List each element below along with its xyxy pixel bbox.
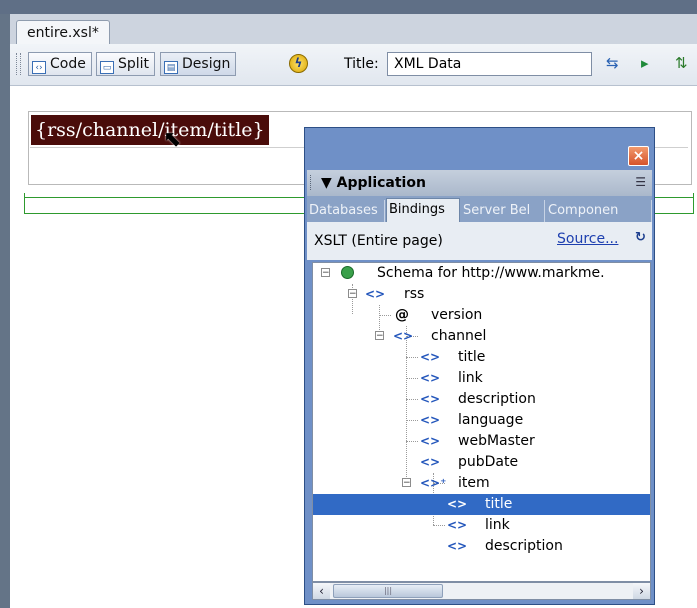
bindings-toolbar: XSLT (Entire page) Source... ↻ (307, 222, 652, 260)
element-icon: <> (420, 434, 441, 448)
element-icon: <> (420, 455, 441, 469)
tree-node-pubdate[interactable]: <> pubDate (313, 452, 650, 473)
repeating-element-icon: <>⁺ (420, 476, 447, 490)
schema-tree[interactable]: − Schema for http://www.markme. − <> rss… (312, 262, 651, 582)
application-panel[interactable]: × ▼ Application ☰ Databases Bindings Ser… (304, 127, 655, 605)
element-icon: <> (365, 287, 386, 301)
element-icon: <> (447, 497, 468, 511)
attribute-icon: @ (395, 307, 409, 323)
element-icon: <> (420, 392, 441, 406)
source-link[interactable]: Source... (557, 222, 618, 256)
mouse-cursor-icon: ⬉ (163, 127, 182, 152)
tree-node-label: pubDate (458, 454, 519, 470)
tree-node-webmaster[interactable]: <> webMaster (313, 431, 650, 452)
title-label: Title: (344, 56, 379, 72)
tree-node-label: description (485, 538, 563, 554)
tree-node-item-description[interactable]: <> description (313, 536, 650, 557)
refresh-icon[interactable]: ↻ (635, 230, 646, 245)
tree-node-label: language (458, 412, 524, 428)
tree-node-item[interactable]: − <>⁺ item (313, 473, 650, 494)
tab-databases[interactable]: Databases (307, 200, 385, 222)
split-view-button[interactable]: ▭ Split (96, 52, 156, 76)
tab-bindings[interactable]: Bindings (386, 198, 460, 222)
file-management-icon[interactable]: ⇆ (606, 54, 619, 72)
tree-node-label: Schema for http://www.markme. (377, 265, 605, 281)
document-tab[interactable]: entire.xsl* (16, 20, 110, 45)
tree-node-rss[interactable]: − <> rss (313, 284, 650, 305)
code-view-button[interactable]: ‹› Code (28, 52, 92, 76)
tree-node-label: title (458, 349, 486, 365)
tree-node-label: link (485, 517, 510, 533)
tab-components[interactable]: Componen (546, 200, 652, 222)
code-view-label: Code (50, 56, 86, 72)
collapse-toggle-icon[interactable]: − (321, 268, 330, 278)
split-view-icon: ▭ (100, 61, 114, 74)
tree-node-label: webMaster (458, 433, 535, 449)
tree-node-channel[interactable]: − <> channel (313, 326, 650, 347)
document-toolbar: ‹› Code ▭ Split ▤ Design ϟ Title: ⇆ ▸ ⇅ (10, 44, 697, 86)
tree-node-label: item (458, 475, 490, 491)
tree-node-label: title (485, 496, 513, 512)
tree-node-version[interactable]: @ version (313, 305, 650, 326)
code-view-icon: ‹› (32, 61, 46, 74)
design-view-button[interactable]: ▤ Design (160, 52, 237, 76)
panel-group-title-text: Application (336, 175, 426, 191)
panel-group-header[interactable]: ▼ Application ☰ (307, 170, 652, 196)
tree-node-label: rss (404, 286, 425, 302)
tree-node-label: link (458, 370, 483, 386)
page-title-input[interactable] (387, 52, 592, 76)
design-view-icon: ▤ (164, 61, 178, 74)
panel-options-menu-icon[interactable]: ☰ (635, 175, 646, 189)
left-panel-edge (0, 14, 10, 608)
scroll-left-arrow-icon[interactable]: ‹ (313, 583, 330, 599)
collapse-toggle-icon[interactable]: − (375, 331, 384, 341)
preview-browser-icon[interactable]: ▸ (641, 54, 649, 72)
element-icon: <> (393, 329, 414, 343)
design-view-label: Design (182, 56, 231, 72)
panel-group-title: ▼ Application (321, 175, 426, 191)
split-view-label: Split (118, 56, 150, 72)
tree-node-title[interactable]: <> title (313, 347, 650, 368)
element-icon: <> (447, 518, 468, 532)
element-icon: <> (420, 350, 441, 364)
tree-node-link[interactable]: <> link (313, 368, 650, 389)
scrollbar-thumb[interactable]: ||| (333, 584, 443, 598)
schema-icon (341, 266, 354, 279)
scroll-right-arrow-icon[interactable]: › (633, 583, 650, 599)
collapse-toggle-icon[interactable]: − (402, 478, 411, 488)
document-tab-strip (10, 14, 697, 44)
tree-node-label: version (431, 307, 483, 323)
tree-node-label: description (458, 391, 536, 407)
tree-node-description[interactable]: <> description (313, 389, 650, 410)
element-icon: <> (420, 371, 441, 385)
tree-horizontal-scrollbar[interactable]: ‹ ||| › (312, 582, 651, 600)
tree-node-language[interactable]: <> language (313, 410, 650, 431)
panel-close-button[interactable]: × (628, 146, 649, 166)
tree-node-item-link[interactable]: <> link (313, 515, 650, 536)
tree-node-item-title[interactable]: <> title (313, 494, 650, 515)
panel-tab-strip: Databases Bindings Server Bel Componen (307, 196, 652, 222)
toolbar-grip[interactable] (16, 53, 21, 75)
tab-server-behaviors[interactable]: Server Bel (461, 200, 545, 222)
element-icon: <> (447, 539, 468, 553)
panel-grip[interactable] (310, 175, 314, 190)
tree-node-schema[interactable]: − Schema for http://www.markme. (313, 263, 650, 284)
xpath-expression-placeholder[interactable]: {rss/channel/item/title} (31, 115, 269, 145)
tree-node-label: channel (431, 328, 487, 344)
collapse-toggle-icon[interactable]: − (348, 289, 357, 299)
element-icon: <> (420, 413, 441, 427)
live-data-icon[interactable]: ϟ (289, 54, 308, 73)
refresh-design-icon[interactable]: ⇅ (675, 54, 688, 72)
window-top-band (0, 0, 697, 14)
bindings-scope-label: XSLT (Entire page) (314, 233, 443, 249)
